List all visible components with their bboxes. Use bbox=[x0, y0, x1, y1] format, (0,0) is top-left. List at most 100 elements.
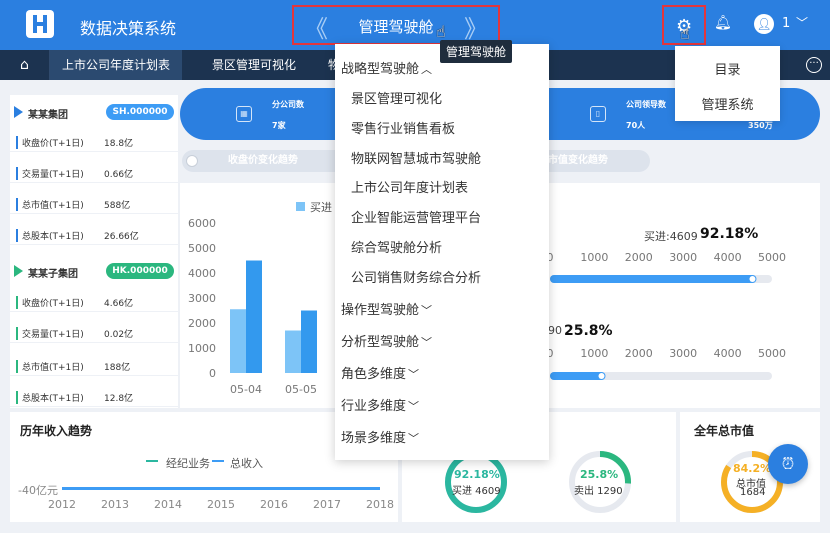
axis-tick-label: 3000 bbox=[669, 251, 697, 264]
stat-row: 收盘价(T+1日) 4.66亿 bbox=[10, 290, 178, 312]
cockpit-dropdown-menu: 战略型驾驶舱 ︿ 景区管理可视化 零售行业销售看板 物联网智慧城市驾驶舱 上市公司… bbox=[335, 44, 549, 460]
chevron-down-icon[interactable]: ﹀ bbox=[421, 304, 432, 317]
stock-code-badge: HK.000000 bbox=[106, 263, 174, 279]
progress-knob bbox=[749, 276, 756, 282]
user-avatar-icon[interactable]: 👤︎ bbox=[754, 14, 774, 34]
alarm-button[interactable]: ⏰︎ bbox=[768, 444, 808, 484]
axis-tick-label: 4000 bbox=[714, 347, 742, 360]
tab-annual-plan[interactable]: 上市公司年度计划表 bbox=[50, 50, 182, 80]
triangle-icon bbox=[14, 106, 23, 118]
axis-tick-label: 5000 bbox=[758, 251, 786, 264]
progress-caption: 90 bbox=[548, 324, 562, 337]
menu-item[interactable]: 零售行业销售看板 bbox=[335, 118, 549, 140]
chevron-down-icon[interactable]: ﹀ bbox=[408, 432, 419, 445]
chevron-down-icon[interactable]: ﹀ bbox=[796, 14, 808, 31]
chevron-down-icon[interactable]: ﹀ bbox=[408, 368, 419, 381]
hand-cursor-icon: ☝ bbox=[436, 22, 446, 41]
stock-code-badge: SH.000000 bbox=[106, 104, 174, 120]
progress-percent: 25.8% bbox=[564, 323, 613, 339]
x-tick-label: 05-05 bbox=[285, 383, 317, 396]
summary-value: 350万 bbox=[748, 121, 773, 130]
summary-value: 70人 bbox=[626, 121, 646, 130]
axis-tick-label: 5000 bbox=[758, 347, 786, 360]
menu-group-analytical[interactable]: 分析型驾驶舱 ﹀ bbox=[335, 331, 549, 353]
toggle-dot[interactable] bbox=[186, 155, 198, 167]
menu-item[interactable]: 景区管理可视化 bbox=[335, 88, 549, 110]
year-tick-label: 2016 bbox=[260, 498, 288, 511]
progress-percent: 92.18% bbox=[700, 226, 759, 242]
menu-group-industry[interactable]: 行业多维度 ﹀ bbox=[335, 395, 549, 417]
stat-label: 交易量(T+1日) bbox=[16, 327, 84, 340]
progress-caption: 买进:4609 bbox=[644, 230, 698, 243]
chevron-down-icon[interactable]: ﹀ bbox=[408, 400, 419, 413]
menu-group-role[interactable]: 角色多维度 ﹀ bbox=[335, 363, 549, 385]
settings-menu: 目录 管理系统 bbox=[675, 46, 780, 121]
stat-row: 交易量(T+1日) 0.66亿 bbox=[10, 161, 178, 183]
cockpit-switcher[interactable]: 《 管理驾驶舱 》 bbox=[292, 5, 500, 45]
more-icon[interactable]: ··· bbox=[806, 57, 822, 73]
stat-row: 收盘价(T+1日) 18.8亿 bbox=[10, 130, 178, 152]
chevron-up-icon[interactable]: ︿ bbox=[421, 63, 432, 76]
progress-fill bbox=[550, 275, 757, 283]
summary-label: 公司领导数 bbox=[626, 100, 666, 109]
bell-icon[interactable]: 🔔︎ bbox=[714, 15, 732, 31]
menu-group-label[interactable]: 角色多维度 bbox=[341, 367, 406, 382]
year-tick-label: 2014 bbox=[154, 498, 182, 511]
stat-label: 总市值(T+1日) bbox=[16, 360, 84, 373]
alarm-icon[interactable]: ⏰︎ bbox=[782, 454, 794, 473]
menu-group-label[interactable]: 战略型驾驶舱 bbox=[341, 62, 419, 77]
year-axis: 2012 2013 2014 2015 2016 2017 2018 bbox=[48, 498, 394, 512]
x-tick-label: 05-04 bbox=[230, 383, 262, 396]
user-count[interactable]: 1 bbox=[782, 16, 790, 31]
menu-group-scenario[interactable]: 场景多维度 ﹀ bbox=[335, 427, 549, 449]
company-name: 某某子集团 bbox=[28, 269, 78, 280]
stat-row: 总股本(T+1日) 12.8亿 bbox=[10, 385, 178, 407]
year-tick-label: 2012 bbox=[48, 498, 76, 511]
summary-label: 分公司数 bbox=[272, 100, 304, 109]
axis-tick-label: 1000 bbox=[580, 347, 608, 360]
close-price-trend-pill[interactable]: 收盘价变化趋势 bbox=[182, 150, 352, 172]
menu-group-label[interactable]: 分析型驾驶舱 bbox=[341, 335, 419, 350]
progress-knob bbox=[598, 373, 605, 379]
stat-label: 总市值(T+1日) bbox=[16, 198, 84, 211]
home-icon[interactable]: ⌂ bbox=[0, 50, 50, 80]
menu-item[interactable]: 物联网智慧城市驾驶舱 bbox=[335, 148, 549, 170]
legend-label: 总收入 bbox=[230, 457, 263, 470]
y-tick-label: 4000 bbox=[188, 267, 216, 280]
stat-value: 588亿 bbox=[104, 201, 131, 211]
stat-label: 交易量(T+1日) bbox=[16, 167, 84, 180]
menu-group-label[interactable]: 操作型驾驶舱 bbox=[341, 303, 419, 318]
y-axis-label: -40亿元 bbox=[18, 484, 58, 497]
menu-item-catalog[interactable]: 目录 bbox=[675, 59, 780, 78]
menu-group-label[interactable]: 行业多维度 bbox=[341, 399, 406, 414]
year-tick-label: 2013 bbox=[101, 498, 129, 511]
menu-item-admin[interactable]: 管理系统 bbox=[675, 94, 780, 113]
menu-item[interactable]: 上市公司年度计划表 bbox=[335, 177, 549, 199]
stat-value: 0.02亿 bbox=[104, 330, 134, 340]
stat-value: 0.66亿 bbox=[104, 170, 134, 180]
menu-group-operational[interactable]: 操作型驾驶舱 ﹀ bbox=[335, 299, 549, 321]
y-tick-label: 1000 bbox=[188, 342, 216, 355]
tab-scenic[interactable]: 景区管理可视化 bbox=[196, 50, 312, 80]
triangle-icon bbox=[14, 265, 23, 277]
menu-item[interactable]: 公司销售财务综合分析 bbox=[335, 267, 549, 289]
chevron-down-icon[interactable]: ﹀ bbox=[421, 336, 432, 349]
leader-icon: ▯ bbox=[590, 106, 606, 122]
branch-icon: ▦ bbox=[236, 106, 252, 122]
year-tick-label: 2017 bbox=[313, 498, 341, 511]
y-tick-label: 6000 bbox=[188, 217, 216, 230]
menu-item[interactable]: 综合驾驶舱分析 bbox=[335, 237, 549, 259]
axis-tick-label: 2000 bbox=[625, 251, 653, 264]
stat-value: 26.66亿 bbox=[104, 232, 139, 242]
app-title: 数据决策系统 bbox=[80, 19, 177, 38]
menu-group-label[interactable]: 场景多维度 bbox=[341, 431, 406, 446]
summary-value: 7家 bbox=[272, 121, 286, 130]
stat-value: 4.66亿 bbox=[104, 299, 134, 309]
stat-label: 总股本(T+1日) bbox=[16, 391, 84, 404]
stat-row: 总市值(T+1日) 588亿 bbox=[10, 192, 178, 214]
legend-line-icon bbox=[212, 460, 224, 462]
stat-value: 12.8亿 bbox=[104, 394, 134, 404]
menu-item[interactable]: 企业智能运营管理平台 bbox=[335, 207, 549, 229]
next-cockpit-icon[interactable]: 》 bbox=[464, 9, 488, 44]
legend-label: 经纪业务 bbox=[166, 457, 210, 470]
